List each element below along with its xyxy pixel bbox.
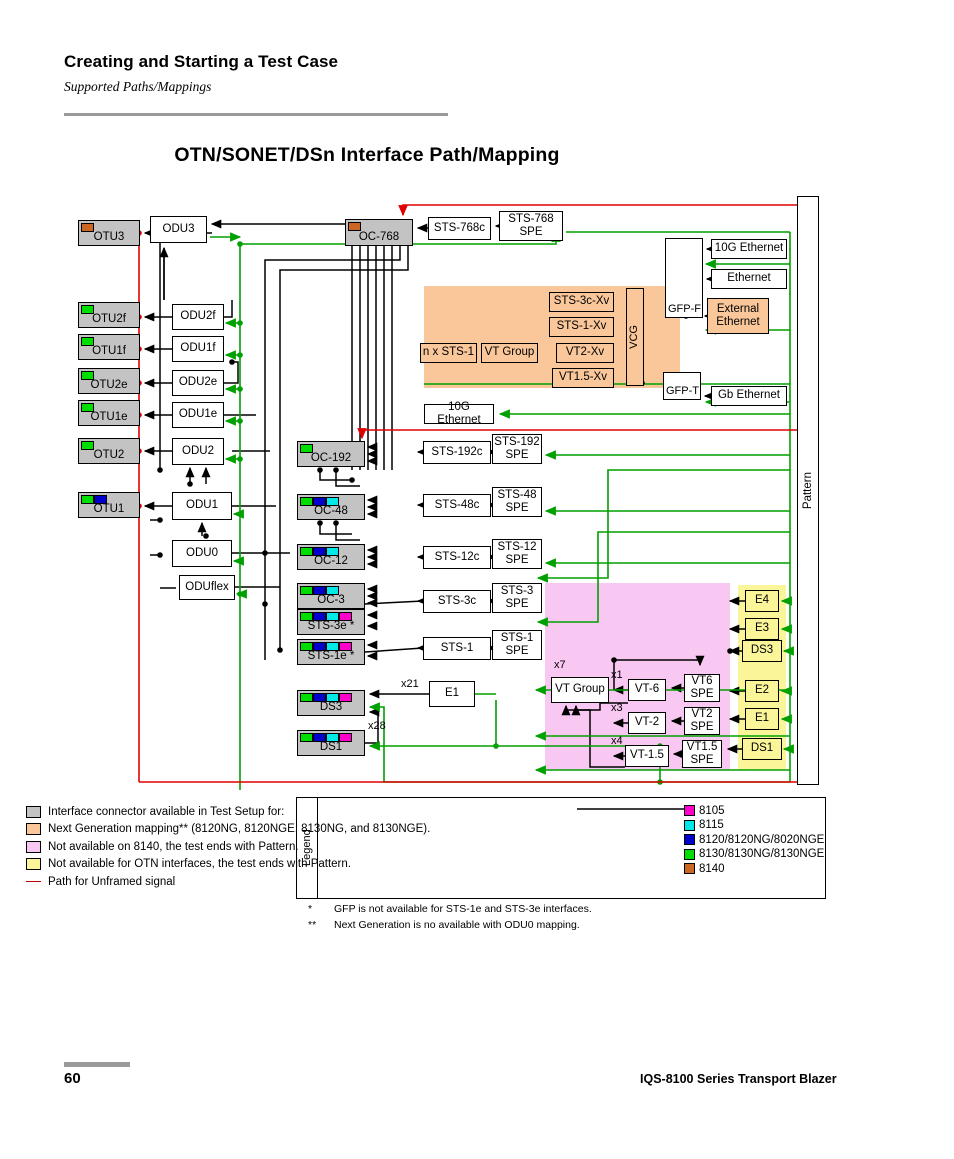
document-name: IQS-8100 Series Transport Blazer xyxy=(640,1072,837,1086)
footer-divider xyxy=(64,1062,130,1067)
footnote-text: GFP is not available for STS-1e and STS-… xyxy=(334,903,592,915)
footnote-1: ** Next Generation is no available with O… xyxy=(308,919,828,933)
page-number: 60 xyxy=(64,1070,81,1087)
footnote-marker: * xyxy=(308,903,313,915)
legend-leader xyxy=(577,808,684,810)
footnote-marker: ** xyxy=(308,919,317,931)
path-mapping-diagram: OTU3 OTU2f OTU1f OTU2e OTU1e OTU2 OTU1 ODU3 ODU2… xyxy=(0,0,954,1159)
footnote-text: Next Generation is no available with ODU… xyxy=(334,919,580,931)
footnote-0: * GFP is not available for STS-1e and STS… xyxy=(308,903,828,917)
